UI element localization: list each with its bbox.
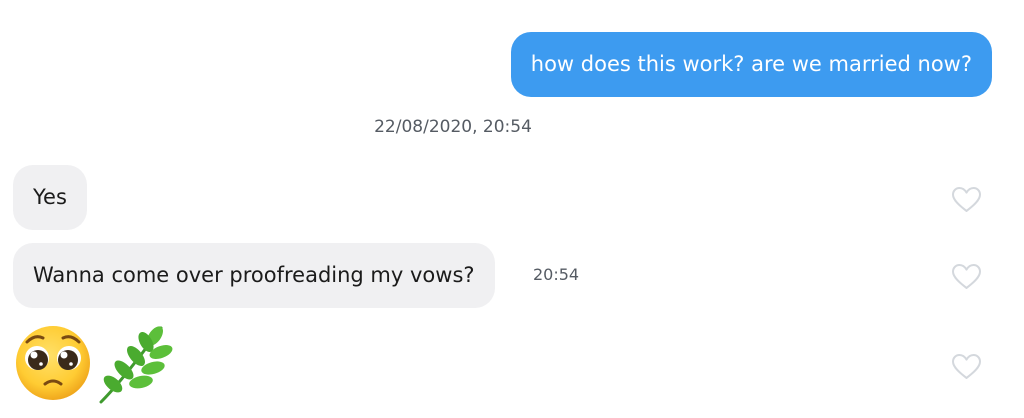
heart-outline-icon[interactable]: [951, 353, 982, 380]
heart-outline-icon[interactable]: [951, 186, 982, 213]
outgoing-message-bubble[interactable]: how does this work? are we married now?: [510, 32, 992, 97]
conversation-timestamp: 22/08/2020, 20:54: [374, 117, 532, 137]
incoming-message-bubble[interactable]: Yes: [13, 165, 87, 230]
incoming-emoji-message[interactable]: [15, 322, 175, 404]
chat-thread: how does this work? are we married now? …: [0, 0, 1024, 418]
herb-emoji: [99, 326, 173, 404]
message-time: 20:54: [533, 265, 580, 284]
pleading-face-emoji: [16, 326, 90, 400]
heart-outline-icon[interactable]: [951, 263, 982, 290]
emoji-group: [16, 326, 173, 404]
incoming-message-bubble[interactable]: Wanna come over proofreading my vows?: [13, 243, 495, 308]
